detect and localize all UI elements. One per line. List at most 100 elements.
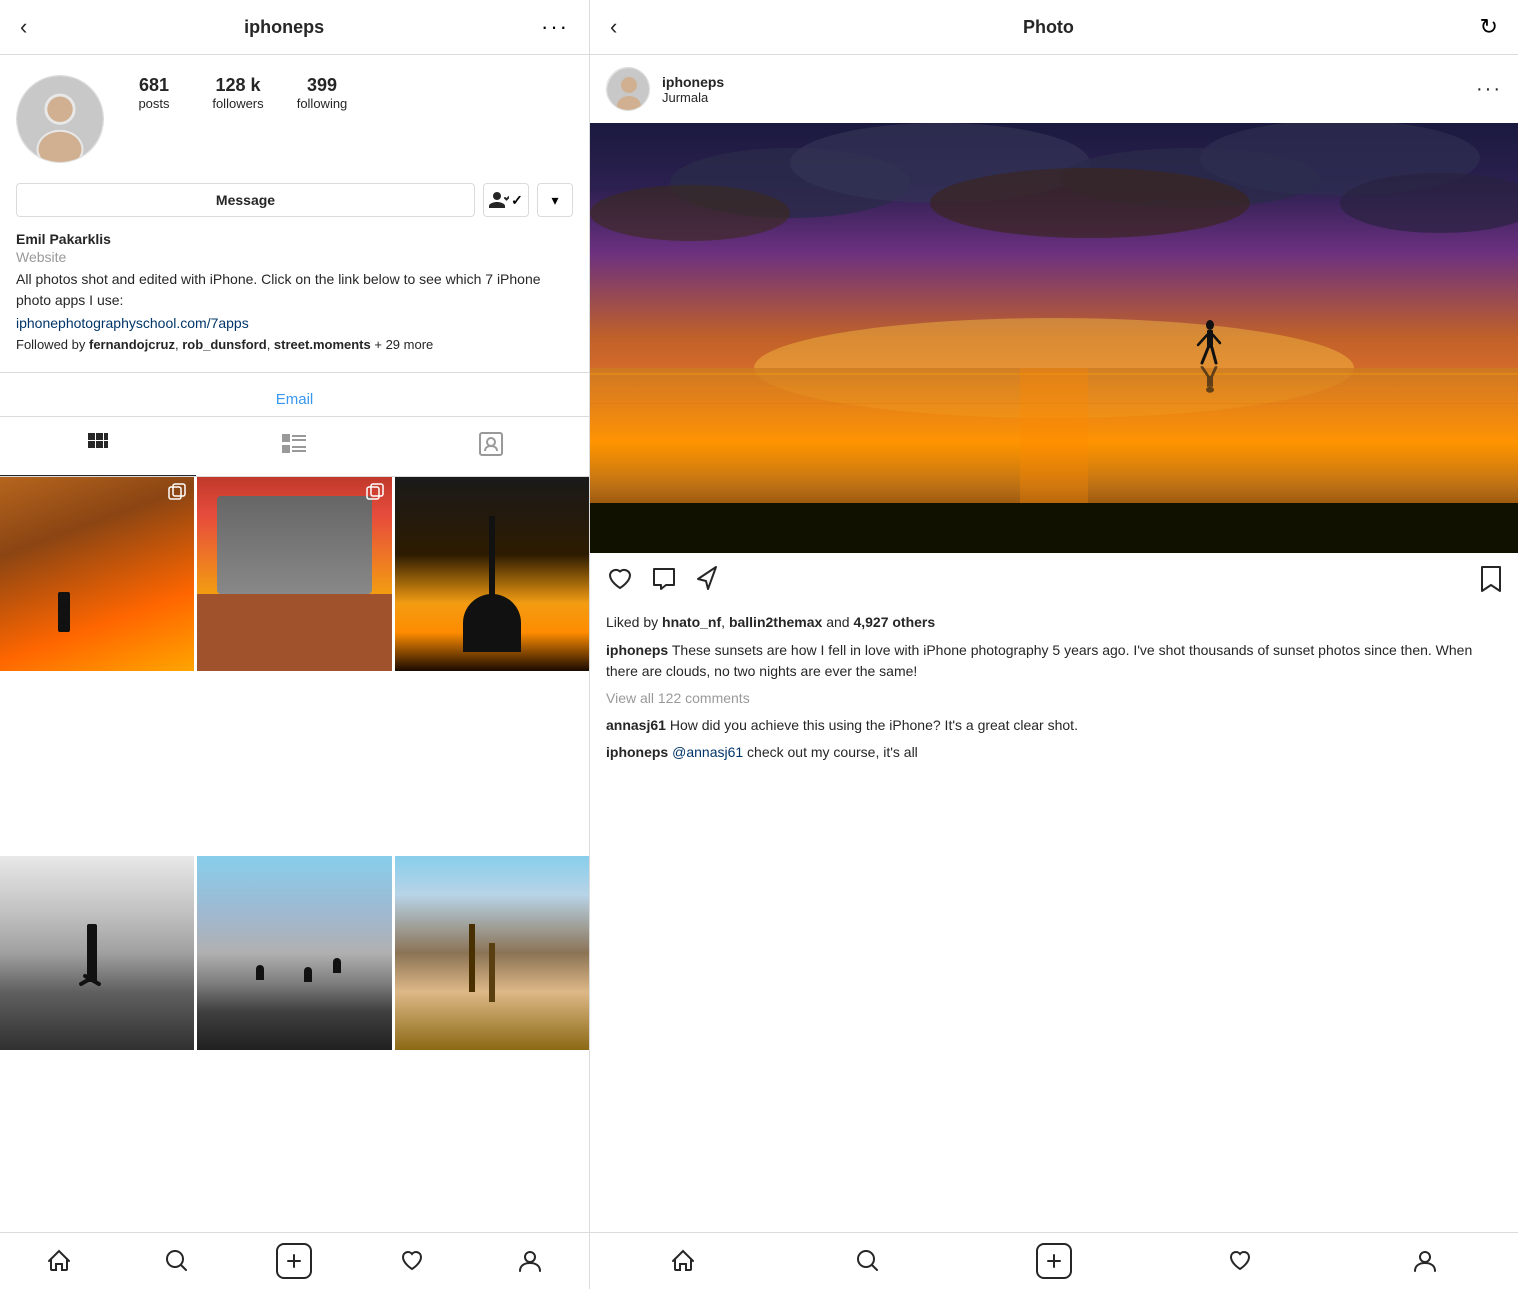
left-panel: ‹ iphoneps ··· 681 posts 128 k followers	[0, 0, 590, 1289]
tab-grid[interactable]	[0, 417, 196, 476]
follow-button[interactable]: ✓	[483, 183, 529, 217]
website-label: Website	[16, 249, 573, 265]
bio-section: Emil Pakarklis Website All photos shot a…	[0, 227, 589, 362]
grid-photo-3[interactable]	[395, 477, 589, 671]
email-link[interactable]: Email	[0, 383, 589, 416]
bio-link[interactable]: iphonephotographyschool.com/7apps	[16, 315, 573, 331]
post-actions	[590, 553, 1518, 612]
refresh-button[interactable]: ↻	[1480, 14, 1498, 40]
stat-followers[interactable]: 128 k followers	[208, 75, 268, 111]
divider-1	[0, 372, 589, 373]
left-header: ‹ iphoneps ···	[0, 0, 589, 55]
bookmark-button[interactable]	[1480, 565, 1502, 600]
view-comments[interactable]: View all 122 comments	[590, 688, 1518, 712]
comment-1: annasj61 How did you achieve this using …	[590, 712, 1518, 739]
nav-home-left[interactable]	[0, 1243, 118, 1279]
post-user-info: iphoneps Jurmala	[662, 74, 1464, 105]
nav-profile-left[interactable]	[471, 1243, 589, 1279]
likes-and: and	[822, 614, 853, 630]
left-bottom-nav	[0, 1232, 589, 1289]
stats-row: 681 posts 128 k followers 399 following	[124, 75, 573, 111]
comment-1-username[interactable]: annasj61	[606, 717, 666, 733]
followed-by: Followed by fernandojcruz, rob_dunsford,…	[16, 337, 573, 352]
home-icon	[46, 1248, 72, 1274]
nav-profile-right[interactable]	[1332, 1243, 1518, 1279]
add-icon-right	[1036, 1243, 1072, 1279]
heart-icon-right	[1227, 1248, 1253, 1274]
avatar	[16, 75, 104, 163]
nav-home-right[interactable]	[590, 1243, 776, 1279]
nav-add-left[interactable]	[236, 1243, 354, 1279]
followed-more[interactable]: + 29 more	[374, 337, 433, 352]
profile-icon-right	[1412, 1248, 1438, 1274]
nav-heart-left[interactable]	[353, 1243, 471, 1279]
post-avatar[interactable]	[606, 67, 650, 111]
caption-username[interactable]: iphoneps	[606, 642, 668, 658]
likes-user-1[interactable]: hnato_nf	[662, 614, 721, 630]
display-name: Emil Pakarklis	[16, 231, 573, 247]
caption-section: iphoneps These sunsets are how I fell in…	[590, 636, 1518, 688]
nav-add-right[interactable]	[961, 1243, 1147, 1279]
followed-by-prefix: Followed by	[16, 337, 89, 352]
back-button[interactable]: ‹	[20, 14, 27, 40]
post-more-button[interactable]: ···	[1476, 78, 1502, 101]
grid-photo-4[interactable]	[0, 856, 194, 1050]
likes-count[interactable]: 4,927 others	[853, 614, 935, 630]
comment-2: iphoneps @annasj61 check out my course, …	[590, 739, 1518, 766]
tagged-icon	[479, 432, 503, 462]
grid-photo-2[interactable]	[197, 477, 391, 671]
more-options-button[interactable]: ···	[541, 14, 569, 40]
right-back-button[interactable]: ‹	[610, 14, 617, 40]
posts-label: posts	[138, 96, 169, 111]
search-icon	[164, 1248, 190, 1274]
followed-user-3[interactable]: street.moments	[274, 337, 371, 352]
likes-user-2[interactable]: ballin2themax	[729, 614, 822, 630]
photo-title: Photo	[1023, 17, 1074, 38]
tab-list[interactable]	[196, 417, 392, 476]
action-icons	[606, 565, 1480, 600]
tab-tagged[interactable]	[393, 417, 589, 476]
stat-posts[interactable]: 681 posts	[124, 75, 184, 111]
search-icon-right	[855, 1248, 881, 1274]
comment-1-text: How did you achieve this using the iPhon…	[666, 717, 1078, 733]
comment-2-username[interactable]: iphoneps	[606, 744, 668, 760]
followers-label: followers	[212, 96, 263, 111]
post-username[interactable]: iphoneps	[662, 74, 1464, 90]
grid-photo-6[interactable]	[395, 856, 589, 1050]
comment-2-mention[interactable]: @annasj61	[672, 744, 743, 760]
chevron-down-icon: ▾	[551, 192, 558, 209]
message-button[interactable]: Message	[16, 183, 475, 217]
post-image	[590, 123, 1518, 553]
followed-user-2[interactable]: rob_dunsford	[182, 337, 267, 352]
like-button[interactable]	[606, 565, 634, 600]
followed-user-1[interactable]: fernandojcruz	[89, 337, 175, 352]
action-buttons: Message ✓ ▾	[0, 183, 589, 227]
comment-button[interactable]	[650, 565, 678, 600]
stat-following[interactable]: 399 following	[292, 75, 352, 111]
grid-photo-5[interactable]	[197, 856, 391, 1050]
following-count: 399	[307, 75, 337, 96]
right-panel: ‹ Photo ↻ iphoneps Jurmala ···	[590, 0, 1518, 1289]
right-bottom-nav	[590, 1232, 1518, 1289]
grid-photo-1[interactable]	[0, 477, 194, 671]
caption-text: These sunsets are how I fell in love wit…	[606, 642, 1472, 679]
post-header: iphoneps Jurmala ···	[590, 55, 1518, 123]
bio-text: All photos shot and edited with iPhone. …	[16, 269, 573, 311]
tab-bar	[0, 417, 589, 477]
home-icon-right	[670, 1248, 696, 1274]
nav-heart-right[interactable]	[1147, 1243, 1333, 1279]
nav-search-right[interactable]	[776, 1243, 962, 1279]
post-location[interactable]: Jurmala	[662, 90, 1464, 105]
follow-check: ✓	[511, 192, 523, 209]
add-icon	[276, 1243, 312, 1279]
sunset-photo	[590, 123, 1518, 553]
dropdown-button[interactable]: ▾	[537, 183, 573, 217]
following-label: following	[297, 96, 348, 111]
list-icon	[282, 434, 306, 460]
nav-search-left[interactable]	[118, 1243, 236, 1279]
followed-separator-2: ,	[267, 337, 274, 352]
multi-icon-1	[168, 483, 188, 508]
share-button[interactable]	[694, 565, 722, 600]
posts-count: 681	[139, 75, 169, 96]
grid-icon	[86, 431, 110, 461]
